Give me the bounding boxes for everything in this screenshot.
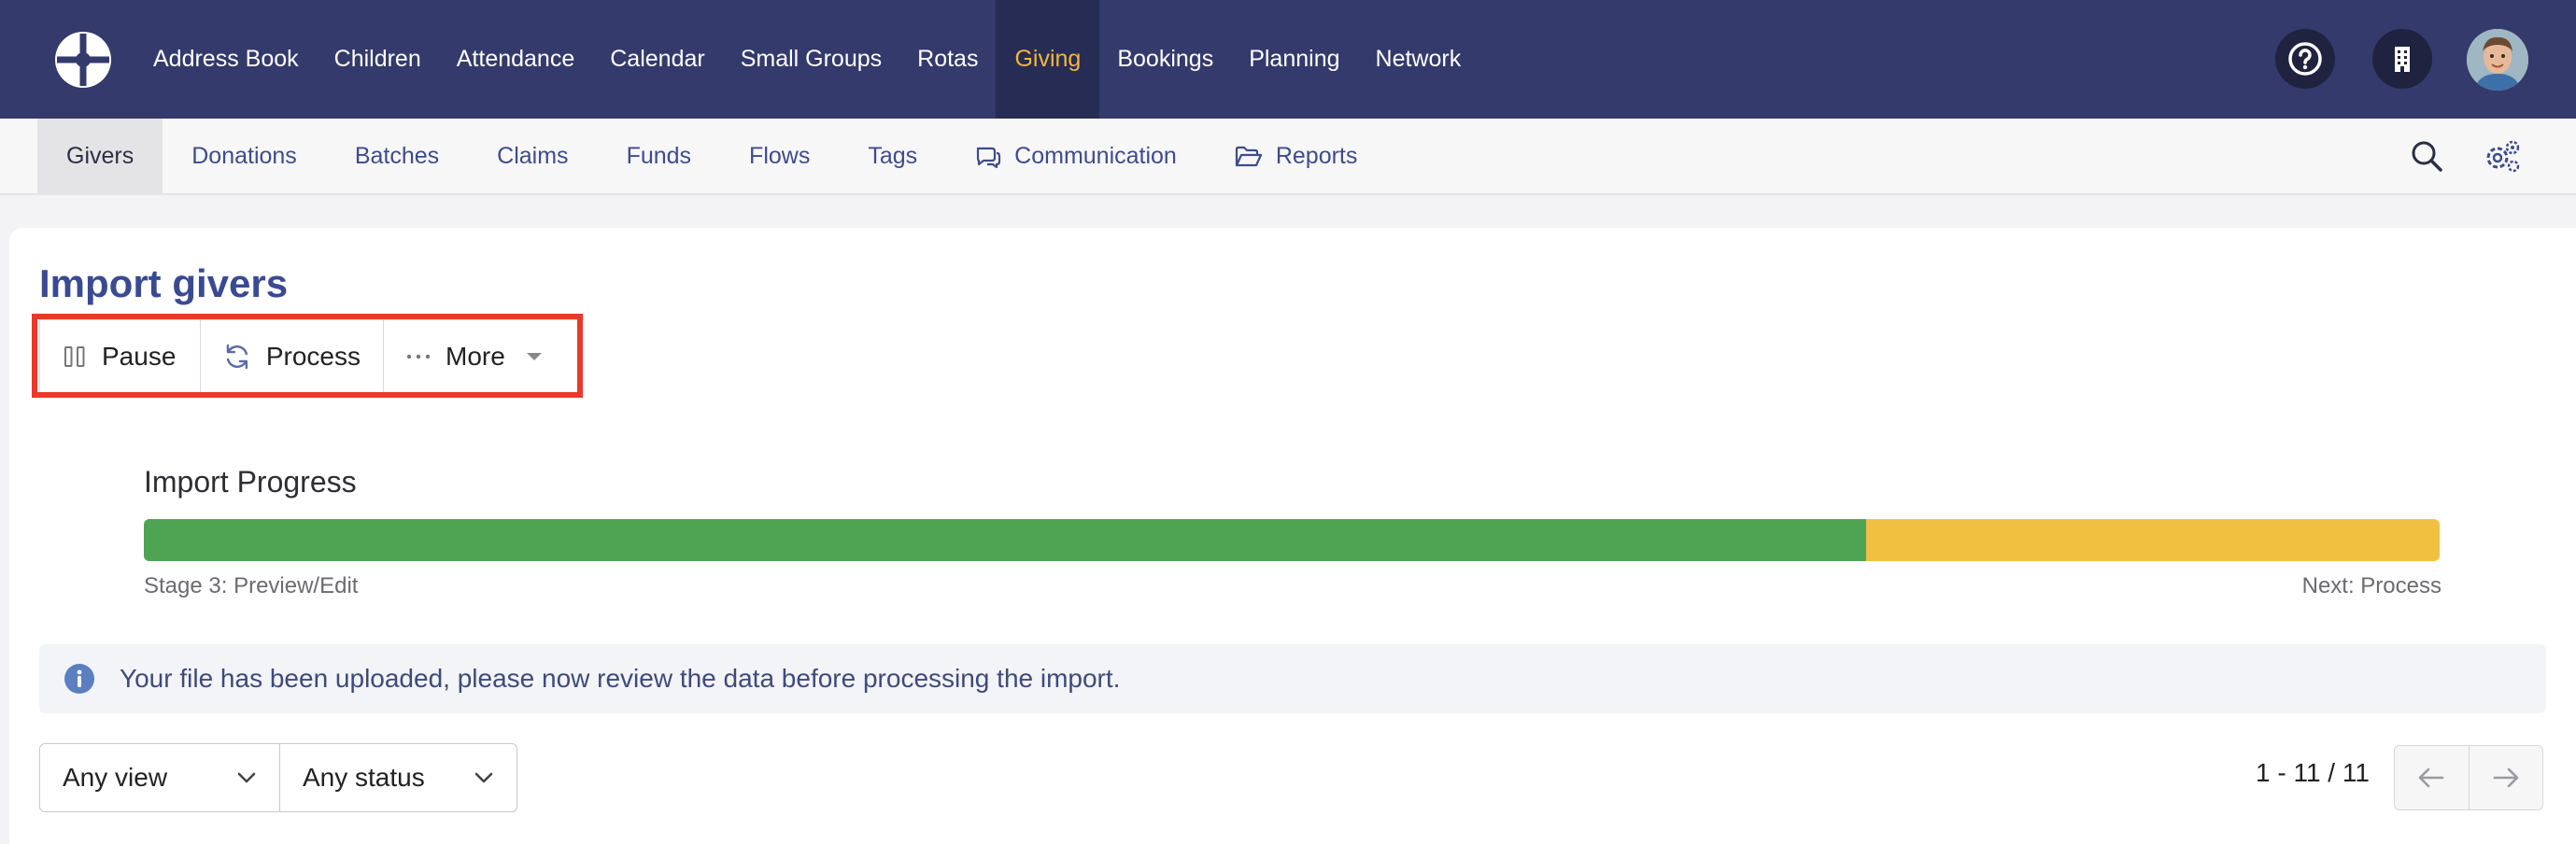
tab-communication-label: Communication	[1014, 143, 1177, 169]
search-icon[interactable]	[2408, 137, 2447, 176]
current-stage-text: Stage 3: Preview/Edit	[144, 573, 359, 598]
building-icon	[2395, 47, 2410, 72]
tab-claims-label: Claims	[497, 143, 569, 169]
help-icon	[2288, 42, 2322, 76]
logo-icon[interactable]	[52, 29, 114, 91]
nav-giving[interactable]: Giving	[996, 0, 1100, 119]
more-dropdown-button[interactable]: More	[384, 320, 577, 393]
tab-batches[interactable]: Batches	[326, 119, 468, 194]
secondary-navigation: Givers Donations Batches Claims Funds Fl…	[0, 119, 2576, 195]
chevron-down-icon	[474, 772, 493, 783]
tab-flows-label: Flows	[749, 143, 811, 169]
page-title: Import givers	[39, 261, 289, 305]
primary-nav: Address Book Children Attendance Calenda…	[135, 0, 1479, 119]
tab-reports[interactable]: Reports	[1206, 119, 1387, 194]
nav-bookings[interactable]: Bookings	[1099, 0, 1231, 119]
nav-children[interactable]: Children	[317, 0, 439, 119]
more-label: More	[446, 342, 505, 371]
tab-donations-label: Donations	[191, 143, 297, 169]
next-page-button[interactable]	[2468, 746, 2543, 809]
refresh-icon	[226, 344, 248, 370]
tab-donations[interactable]: Donations	[163, 119, 326, 194]
settings-icon[interactable]	[2483, 137, 2522, 176]
nav-attendance[interactable]: Attendance	[439, 0, 593, 119]
view-select[interactable]: Any view	[40, 744, 279, 811]
pagination-range: 1 - 11 / 11	[2256, 758, 2370, 787]
process-label: Process	[265, 342, 361, 371]
organisation-button[interactable]	[2372, 29, 2432, 89]
nav-address-book[interactable]: Address Book	[135, 0, 317, 119]
action-toolbar: Pause Process More	[39, 319, 578, 394]
arrow-right-icon	[2493, 767, 2519, 788]
import-progress-bar	[144, 519, 2440, 561]
tab-batches-label: Batches	[354, 143, 440, 169]
caret-down-icon	[526, 353, 542, 360]
user-avatar-image	[2467, 29, 2528, 91]
tab-funds-label: Funds	[626, 143, 692, 169]
chat-icon	[977, 147, 1001, 168]
nav-calendar[interactable]: Calendar	[592, 0, 722, 119]
top-navigation: Address Book Children Attendance Calenda…	[0, 0, 2576, 119]
nav-network[interactable]: Network	[1358, 0, 1479, 119]
progress-title: Import Progress	[144, 465, 357, 499]
info-icon	[64, 664, 94, 694]
progress-fill	[144, 519, 1866, 561]
tab-communication[interactable]: Communication	[946, 119, 1206, 194]
tab-tags-label: Tags	[868, 143, 918, 169]
view-select-value: Any view	[63, 763, 168, 792]
tab-tags[interactable]: Tags	[839, 119, 946, 194]
nav-small-groups[interactable]: Small Groups	[723, 0, 899, 119]
chevron-down-icon	[237, 772, 256, 783]
tab-givers[interactable]: Givers	[37, 119, 163, 194]
next-stage-text: Next: Process	[2301, 573, 2442, 598]
tab-reports-label: Reports	[1275, 143, 1358, 169]
ellipsis-icon	[406, 354, 431, 359]
pause-label: Pause	[102, 342, 177, 371]
status-select-value: Any status	[303, 763, 425, 792]
folder-open-icon	[1235, 146, 1262, 166]
tab-funds[interactable]: Funds	[598, 119, 720, 194]
info-message: Your file has been uploaded, please now …	[120, 664, 1121, 693]
nav-rotas[interactable]: Rotas	[899, 0, 996, 119]
pagination-controls	[2394, 745, 2543, 810]
tab-claims[interactable]: Claims	[468, 119, 597, 194]
arrow-left-icon	[2418, 767, 2444, 788]
nav-planning[interactable]: Planning	[1231, 0, 1357, 119]
tab-flows[interactable]: Flows	[720, 119, 839, 194]
previous-page-button[interactable]	[2395, 746, 2469, 809]
tab-givers-label: Givers	[66, 143, 134, 169]
status-select[interactable]: Any status	[279, 744, 517, 811]
process-button[interactable]: Process	[201, 320, 384, 393]
pause-icon	[64, 346, 85, 367]
avatar[interactable]	[2467, 29, 2528, 91]
filter-group: Any view Any status	[39, 743, 517, 812]
pause-button[interactable]: Pause	[40, 320, 201, 393]
info-alert: Your file has been uploaded, please now …	[39, 644, 2546, 713]
help-button[interactable]	[2275, 29, 2335, 89]
